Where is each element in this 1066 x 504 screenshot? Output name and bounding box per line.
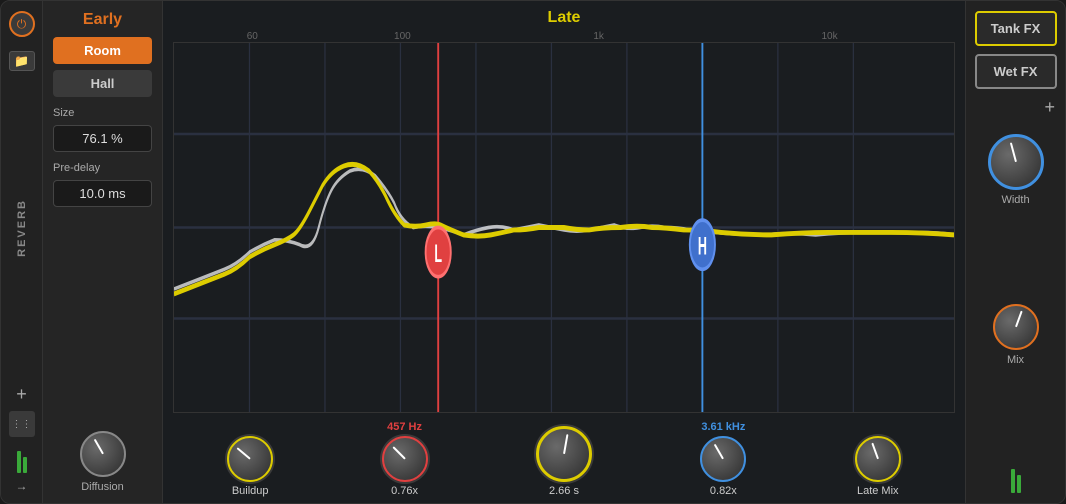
- mix-label: Mix: [1007, 354, 1024, 366]
- left-sidebar: ⏻ 📁 REVERB + ⋮⋮ →: [1, 1, 43, 503]
- grid-icon: ⋮⋮: [12, 419, 32, 430]
- mix-indicator: [1015, 310, 1023, 326]
- late-mix-label: Late Mix: [857, 485, 899, 497]
- wet-fx-button[interactable]: Wet FX: [975, 54, 1057, 89]
- late-title: Late: [163, 1, 965, 31]
- buildup-knob[interactable]: [227, 436, 273, 482]
- add-button-left[interactable]: +: [16, 384, 27, 405]
- high-x-value: 0.82x: [710, 485, 737, 497]
- grid-button[interactable]: ⋮⋮: [9, 411, 35, 437]
- meter-bar-r2: [1017, 475, 1021, 493]
- decay-group: 2.66 s: [536, 426, 592, 497]
- svg-text:H: H: [698, 233, 707, 261]
- early-section: Early Room Hall Size 76.1 % Pre-delay 10…: [43, 1, 163, 503]
- size-value[interactable]: 76.1 %: [53, 125, 152, 152]
- eq-svg: L H: [174, 43, 954, 412]
- width-label: Width: [1001, 194, 1029, 206]
- svg-text:L: L: [434, 241, 442, 269]
- high-x-group: 3.61 kHz 0.82x: [700, 421, 746, 497]
- width-indicator: [1009, 142, 1016, 162]
- arrow-button[interactable]: →: [16, 479, 28, 493]
- late-mix-group: Late Mix: [855, 436, 901, 497]
- meter-bar-r1: [1011, 469, 1015, 493]
- freq-labels: 60 100 1k 10k: [163, 31, 965, 42]
- plugin-container: ⏻ 📁 REVERB + ⋮⋮ → Early Room Hall Size 7…: [0, 0, 1066, 504]
- low-freq-label: 457 Hz: [387, 421, 422, 433]
- freq-10k: 10k: [714, 31, 945, 42]
- room-button[interactable]: Room: [53, 37, 152, 64]
- diffusion-label: Diffusion: [81, 481, 124, 493]
- power-button[interactable]: ⏻: [9, 11, 35, 37]
- diffusion-knob[interactable]: [80, 431, 126, 477]
- eq-display[interactable]: L H: [173, 42, 955, 413]
- meter-right: [1011, 463, 1021, 493]
- meter-bar-2: [23, 457, 27, 473]
- size-label: Size: [53, 107, 152, 119]
- predelay-value[interactable]: 10.0 ms: [53, 180, 152, 207]
- low-x-group: 457 Hz 0.76x: [382, 421, 428, 497]
- freq-100: 100: [322, 31, 484, 42]
- low-x-value: 0.76x: [391, 485, 418, 497]
- high-freq-label: 3.61 kHz: [701, 421, 745, 433]
- hall-button[interactable]: Hall: [53, 70, 152, 97]
- main-display: Late 60 100 1k 10k: [163, 1, 965, 503]
- right-sidebar: Tank FX Wet FX + Width Mix: [965, 1, 1065, 503]
- mix-knob-container: Mix: [993, 304, 1039, 366]
- low-x-knob[interactable]: [382, 436, 428, 482]
- freq-60: 60: [183, 31, 322, 42]
- decay-indicator: [563, 434, 568, 454]
- sidebar-bottom: + ⋮⋮ →: [9, 384, 35, 493]
- diffusion-indicator: [93, 439, 103, 455]
- buildup-indicator: [237, 447, 251, 459]
- decay-knob[interactable]: [536, 426, 592, 482]
- late-mix-knob[interactable]: [855, 436, 901, 482]
- mix-knob[interactable]: [993, 304, 1039, 350]
- width-knob-container: Width: [988, 134, 1044, 206]
- high-x-indicator: [714, 444, 724, 460]
- decay-value: 2.66 s: [549, 485, 579, 497]
- predelay-label: Pre-delay: [53, 162, 152, 174]
- buildup-label: Buildup: [232, 485, 269, 497]
- low-x-indicator: [392, 446, 405, 459]
- width-knob[interactable]: [988, 134, 1044, 190]
- folder-icon: 📁: [14, 54, 29, 68]
- power-icon: ⏻: [17, 18, 27, 30]
- diffusion-knob-container: Diffusion: [53, 431, 152, 493]
- plugin-title: REVERB: [16, 199, 28, 257]
- meter-left: [17, 443, 27, 473]
- folder-button[interactable]: 📁: [9, 51, 35, 71]
- tank-fx-button[interactable]: Tank FX: [975, 11, 1057, 46]
- add-button-right[interactable]: +: [1044, 97, 1055, 118]
- knobs-row: Buildup 457 Hz 0.76x 2.66 s 3.61 kHz: [163, 413, 965, 503]
- buildup-group: Buildup: [227, 436, 273, 497]
- freq-1k: 1k: [483, 31, 714, 42]
- early-title: Early: [53, 11, 152, 29]
- high-x-knob[interactable]: [700, 436, 746, 482]
- late-mix-indicator: [871, 443, 879, 459]
- meter-bar-1: [17, 451, 21, 473]
